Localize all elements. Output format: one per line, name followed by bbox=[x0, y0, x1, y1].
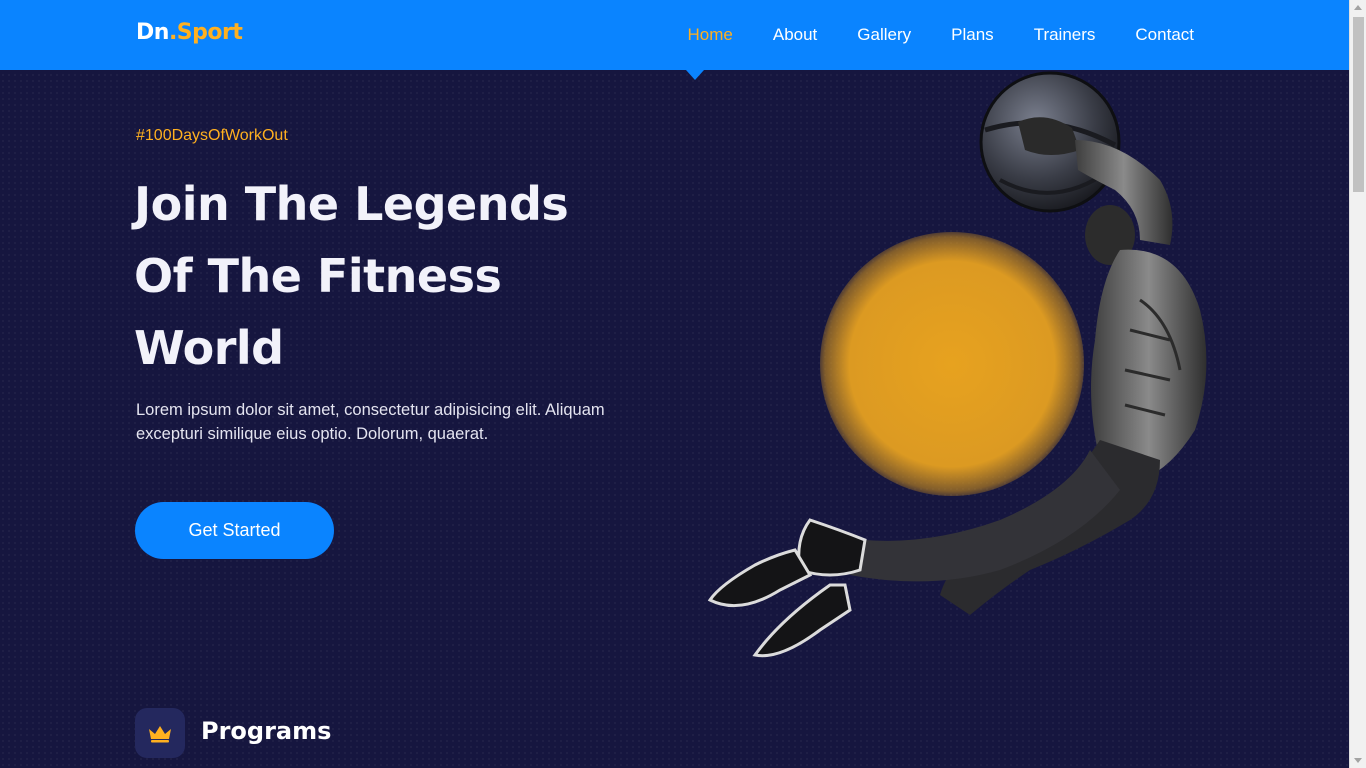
nav-item-contact[interactable]: Contact bbox=[1135, 25, 1194, 45]
hero-hashtag: #100DaysOfWorkOut bbox=[136, 127, 288, 144]
headline-line-1: Join The Legends bbox=[134, 177, 569, 231]
nav-item-trainers[interactable]: Trainers bbox=[1034, 25, 1096, 45]
main-nav: Home About Gallery Plans Trainers Contac… bbox=[688, 0, 1195, 70]
brand-name-accent: .Sport bbox=[168, 20, 243, 45]
headline-line-3: World bbox=[134, 321, 284, 375]
navbar: Dn.Sport Home About Gallery Plans Traine… bbox=[0, 0, 1349, 70]
hero-headline: Join The Legends Of The Fitness World bbox=[134, 168, 654, 384]
scrollbar-thumb[interactable] bbox=[1353, 17, 1364, 192]
brand-logo[interactable]: Dn.Sport bbox=[136, 20, 243, 45]
get-started-button[interactable]: Get Started bbox=[135, 502, 334, 559]
nav-item-about[interactable]: About bbox=[773, 25, 817, 45]
page: Dn.Sport Home About Gallery Plans Traine… bbox=[0, 0, 1349, 768]
scroll-down-icon[interactable] bbox=[1354, 758, 1362, 763]
vertical-scrollbar[interactable] bbox=[1349, 0, 1366, 768]
nav-item-plans[interactable]: Plans bbox=[951, 25, 994, 45]
hero-description: Lorem ipsum dolor sit amet, consectetur … bbox=[136, 401, 605, 443]
headline-line-2: Of The Fitness bbox=[134, 249, 502, 303]
scroll-up-icon[interactable] bbox=[1354, 5, 1362, 10]
crown-icon bbox=[135, 708, 185, 758]
programs-heading: Programs bbox=[201, 717, 332, 745]
nav-item-gallery[interactable]: Gallery bbox=[857, 25, 911, 45]
nav-item-home[interactable]: Home bbox=[688, 25, 733, 45]
athlete-image bbox=[707, 71, 1207, 658]
brand-name-main: Dn bbox=[136, 20, 169, 45]
